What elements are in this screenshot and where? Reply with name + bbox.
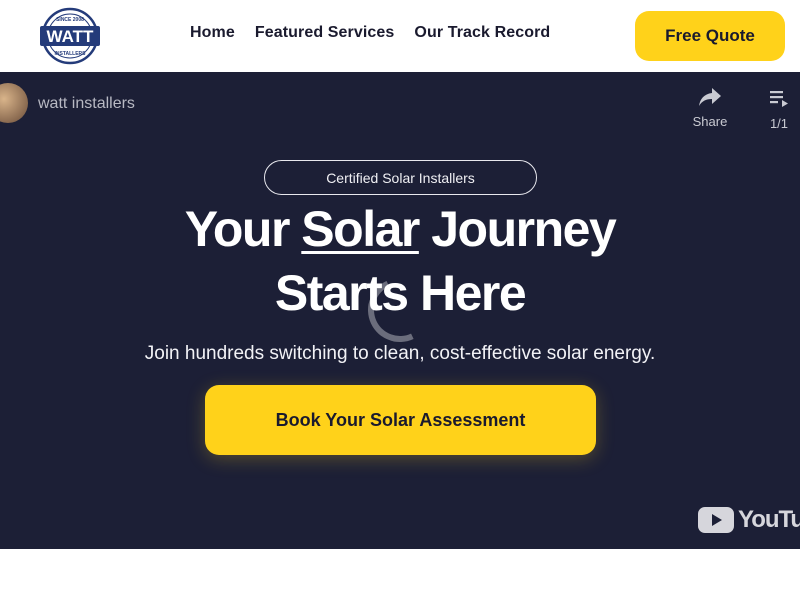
hero-video[interactable]: watt installers Share 1/1 Certified Sola… bbox=[0, 72, 800, 549]
certified-badge: Certified Solar Installers bbox=[264, 160, 537, 195]
playlist-icon bbox=[770, 91, 788, 107]
playlist-button[interactable]: 1/1 bbox=[762, 88, 796, 131]
free-quote-button[interactable]: Free Quote bbox=[635, 11, 785, 61]
watt-installers-logo[interactable]: SINCE 2008 WATT INSTALLERS bbox=[38, 7, 102, 65]
nav-track-record[interactable]: Our Track Record bbox=[414, 24, 550, 42]
logo-top-text: SINCE 2008 bbox=[56, 17, 84, 23]
share-arrow-icon bbox=[699, 88, 721, 106]
main-nav: Home Featured Services Our Track Record bbox=[190, 24, 550, 42]
logo-main-text: WATT bbox=[47, 27, 95, 46]
book-assessment-button[interactable]: Book Your Solar Assessment bbox=[205, 385, 596, 455]
headline-part2: Journey bbox=[418, 201, 617, 257]
headline-highlight: Solar bbox=[301, 201, 420, 257]
nav-home[interactable]: Home bbox=[190, 24, 235, 42]
page-content-below bbox=[0, 549, 800, 600]
playlist-count: 1/1 bbox=[769, 116, 789, 131]
headline-part1: Your bbox=[184, 201, 302, 257]
logo-bottom-text: INSTALLERS bbox=[54, 51, 86, 57]
hero-subtitle: Join hundreds switching to clean, cost-e… bbox=[144, 343, 656, 364]
youtube-wordmark: YouTube bbox=[738, 506, 800, 533]
channel-name[interactable]: watt installers bbox=[38, 95, 135, 113]
share-button[interactable]: Share bbox=[690, 86, 730, 129]
youtube-logo[interactable]: YouTube bbox=[698, 506, 800, 534]
site-header: SINCE 2008 WATT INSTALLERS Home Featured… bbox=[0, 0, 800, 72]
share-label: Share bbox=[692, 114, 728, 129]
nav-featured-services[interactable]: Featured Services bbox=[255, 24, 395, 42]
channel-avatar[interactable] bbox=[0, 83, 28, 123]
youtube-play-icon bbox=[698, 507, 734, 533]
